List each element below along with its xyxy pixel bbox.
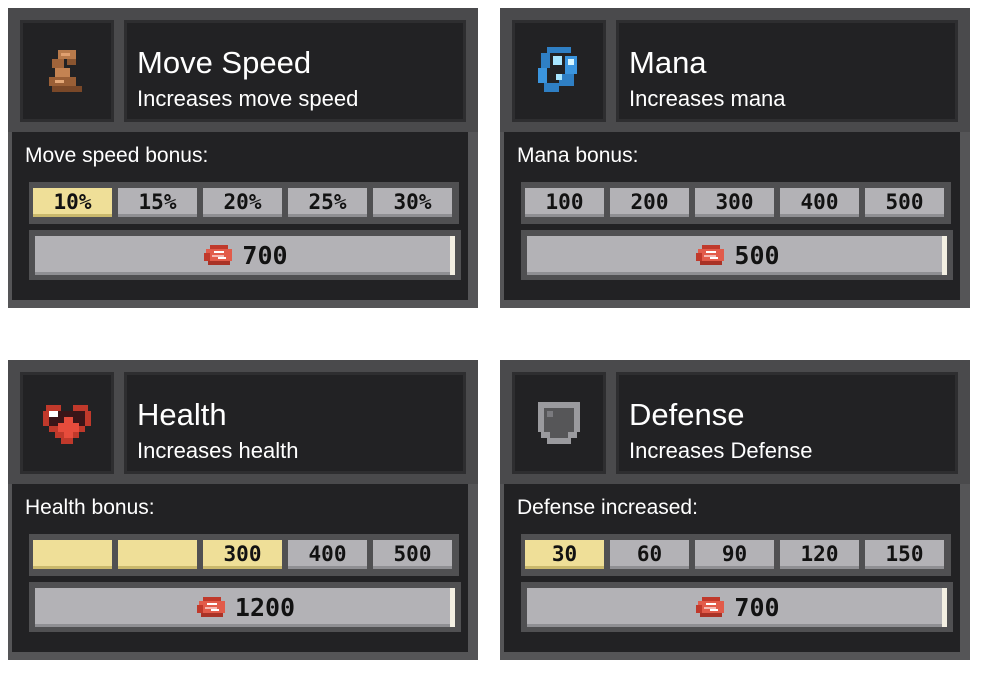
bonus-option[interactable]: 300 xyxy=(203,540,282,569)
bonus-option[interactable]: 30% xyxy=(373,188,452,217)
bonus-options: 100 200 300 400 500 xyxy=(521,182,951,224)
meat-icon xyxy=(696,596,725,617)
upgrade-panel-health: Health Increases health Health bonus: 30… xyxy=(8,360,478,660)
bonus-option[interactable] xyxy=(118,540,197,569)
cost-line: 500 xyxy=(527,236,947,275)
bonus-option[interactable]: 400 xyxy=(780,188,859,217)
bonus-option[interactable]: 400 xyxy=(288,540,367,569)
bonus-option[interactable]: 200 xyxy=(610,188,689,217)
bonus-label: Move speed bonus: xyxy=(25,144,209,167)
upgrade-icon-box xyxy=(20,20,114,122)
bonus-options: 30 60 90 120 150 xyxy=(521,534,951,576)
upgrade-panel-move-speed: Move Speed Increases move speed Move spe… xyxy=(8,8,478,308)
bonus-option[interactable]: 25% xyxy=(288,188,367,217)
bonus-options: 10% 15% 20% 25% 30% xyxy=(29,182,459,224)
cost-line: 1200 xyxy=(35,588,455,627)
meat-icon xyxy=(204,244,233,265)
cost-line: 700 xyxy=(527,588,947,627)
buy-button[interactable]: 1200 xyxy=(35,588,455,627)
buy-button[interactable]: 700 xyxy=(527,588,947,627)
mana-orb-icon xyxy=(538,47,577,92)
upgrade-title: Mana xyxy=(629,45,707,80)
boot-icon xyxy=(49,50,82,92)
buy-button-frame: 700 xyxy=(29,230,461,280)
upgrade-panel-mana: Mana Increases mana Mana bonus: 100 200 … xyxy=(500,8,970,308)
upgrade-title-box: Mana Increases mana xyxy=(616,20,958,122)
shield-icon xyxy=(538,402,580,444)
bonus-option[interactable]: 15% xyxy=(118,188,197,217)
bonus-option[interactable]: 150 xyxy=(865,540,944,569)
upgrade-title-box: Defense Increases Defense xyxy=(616,372,958,474)
meat-icon xyxy=(196,596,225,617)
heart-plus-icon xyxy=(43,405,91,444)
bonus-option[interactable]: 10% xyxy=(33,188,112,217)
upgrade-title-box: Health Increases health xyxy=(124,372,466,474)
bonus-label: Mana bonus: xyxy=(517,144,639,167)
bonus-option[interactable]: 30 xyxy=(525,540,604,569)
bonus-option[interactable] xyxy=(33,540,112,569)
buy-button-frame: 700 xyxy=(521,582,953,632)
upgrade-title: Move Speed xyxy=(137,45,312,80)
bonus-option[interactable]: 60 xyxy=(610,540,689,569)
upgrade-panel-defense: Defense Increases Defense Defense increa… xyxy=(500,360,970,660)
bonus-option[interactable]: 90 xyxy=(695,540,774,569)
upgrade-icon-box xyxy=(20,372,114,474)
upgrade-description: Increases move speed xyxy=(137,86,359,111)
bonus-option[interactable]: 500 xyxy=(865,188,944,217)
upgrade-title: Health xyxy=(137,397,227,432)
bonus-option[interactable]: 300 xyxy=(695,188,774,217)
bonus-option[interactable]: 100 xyxy=(525,188,604,217)
upgrade-icon-box xyxy=(512,20,606,122)
upgrade-description: Increases health xyxy=(137,438,299,463)
bonus-label: Defense increased: xyxy=(517,496,698,519)
buy-button[interactable]: 700 xyxy=(35,236,455,275)
upgrade-title: Defense xyxy=(629,397,745,432)
cost-value: 700 xyxy=(242,240,288,270)
cost-value: 500 xyxy=(734,240,780,270)
bonus-label: Health bonus: xyxy=(25,496,155,519)
cost-value: 1200 xyxy=(234,592,296,622)
bonus-option[interactable]: 500 xyxy=(373,540,452,569)
buy-button-frame: 500 xyxy=(521,230,953,280)
upgrade-description: Increases Defense xyxy=(629,438,813,463)
upgrade-title-box: Move Speed Increases move speed xyxy=(124,20,466,122)
bonus-options: 300 400 500 xyxy=(29,534,459,576)
cost-value: 700 xyxy=(734,592,780,622)
upgrade-description: Increases mana xyxy=(629,86,786,111)
buy-button-frame: 1200 xyxy=(29,582,461,632)
bonus-option[interactable]: 20% xyxy=(203,188,282,217)
buy-button[interactable]: 500 xyxy=(527,236,947,275)
cost-line: 700 xyxy=(35,236,455,275)
bonus-option[interactable]: 120 xyxy=(780,540,859,569)
upgrade-icon-box xyxy=(512,372,606,474)
meat-icon xyxy=(696,244,725,265)
